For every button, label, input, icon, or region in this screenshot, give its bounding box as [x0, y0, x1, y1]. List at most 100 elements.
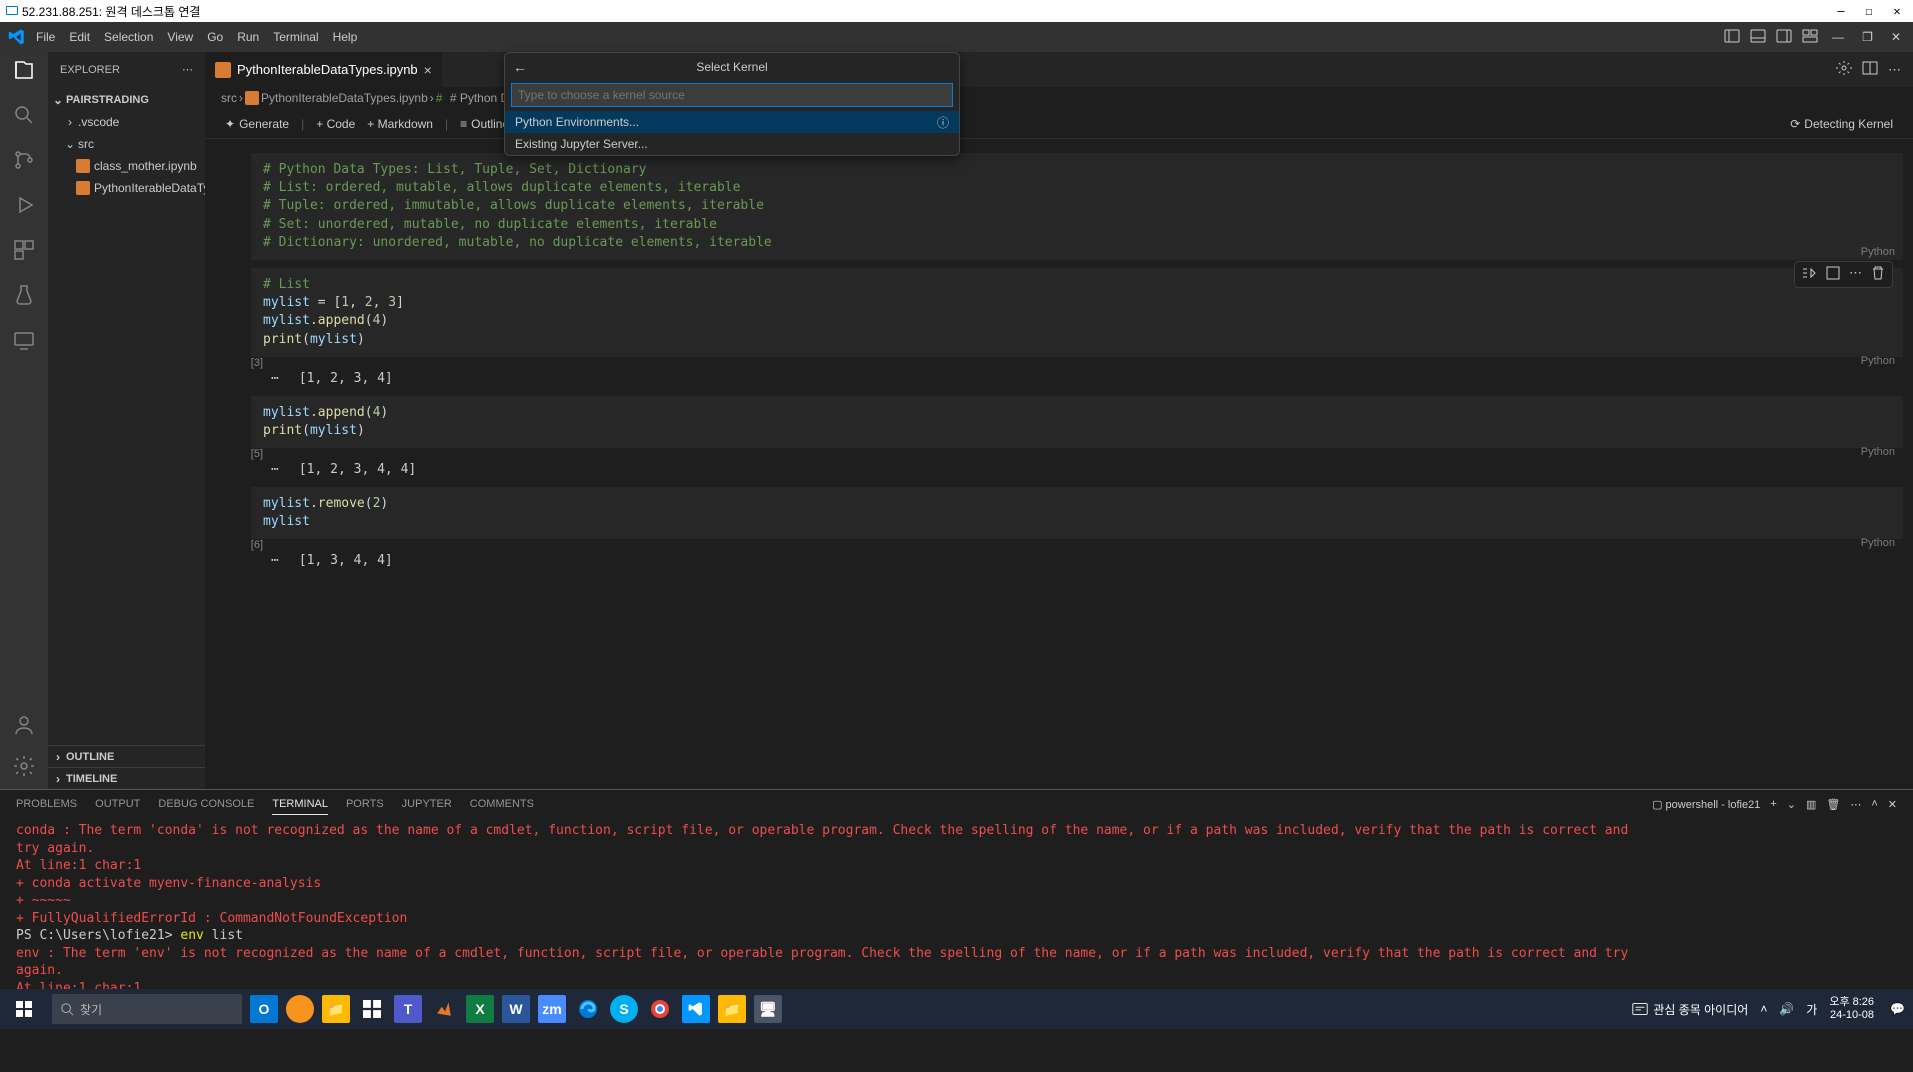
tray-notifications-icon[interactable]: 💬	[1890, 1002, 1905, 1016]
app-matlab[interactable]	[430, 995, 458, 1023]
menu-go[interactable]: Go	[207, 30, 223, 44]
kernel-status[interactable]: ⟳ Detecting Kernel	[1786, 117, 1897, 131]
testing-icon[interactable]	[12, 283, 36, 310]
panel-tab-debug-console[interactable]: DEBUG CONSOLE	[158, 794, 254, 814]
add-markdown-button[interactable]: + Markdown	[363, 117, 437, 131]
delete-cell-icon[interactable]	[1870, 265, 1886, 284]
menu-help[interactable]: Help	[333, 30, 358, 44]
cell-code[interactable]: mylist.append(4) print(mylist)	[251, 396, 1903, 448]
app-vscode[interactable]	[682, 995, 710, 1023]
outline-section[interactable]: ›OUTLINE	[48, 745, 205, 767]
cell[interactable]: # List mylist = [1, 2, 3] mylist.append(…	[215, 268, 1903, 386]
menu-edit[interactable]: Edit	[69, 30, 90, 44]
window-minimize-button[interactable]: —	[1828, 30, 1848, 44]
app-outlook[interactable]: O	[250, 995, 278, 1023]
window-close-button[interactable]: ✕	[1887, 30, 1905, 44]
menu-run[interactable]: Run	[237, 30, 259, 44]
app-explorer[interactable]: 📁	[718, 995, 746, 1023]
start-button[interactable]	[0, 989, 48, 1029]
panel-tab-ports[interactable]: PORTS	[346, 794, 384, 814]
tray-news[interactable]: 관심 종목 아이디어	[1631, 1000, 1748, 1018]
cell-language[interactable]: Python	[235, 446, 1903, 458]
layout-bottom-icon[interactable]	[1750, 28, 1766, 47]
close-panel-icon[interactable]: ✕	[1888, 798, 1897, 811]
explorer-icon[interactable]	[12, 58, 36, 85]
layout-right-icon[interactable]	[1776, 28, 1792, 47]
kernel-search-input[interactable]	[511, 83, 953, 107]
kill-terminal-icon[interactable]: 🗑	[1826, 798, 1840, 811]
generate-button[interactable]: ✦ Generate	[221, 117, 293, 131]
taskbar-search[interactable]: 찾기	[52, 994, 242, 1024]
run-debug-icon[interactable]	[12, 193, 36, 220]
app-zoom[interactable]: zm	[538, 995, 566, 1023]
cell-language[interactable]: Python	[235, 355, 1903, 367]
info-icon[interactable]: ⓘ	[937, 114, 949, 131]
cell-language[interactable]: Python	[235, 537, 1903, 549]
menu-selection[interactable]: Selection	[104, 30, 153, 44]
run-by-line-icon[interactable]	[1801, 265, 1817, 284]
terminal-shell-label[interactable]: ▢ powershell - lofie21	[1652, 798, 1760, 811]
remote-icon[interactable]	[12, 328, 36, 355]
tray-ime-icon[interactable]: 가	[1806, 1001, 1817, 1018]
window-restore-button[interactable]: ❐	[1858, 30, 1877, 44]
kernel-item-jupyter-server[interactable]: Existing Jupyter Server...	[505, 133, 959, 155]
split-terminal-icon[interactable]: ▥	[1806, 798, 1816, 811]
panel-tab-problems[interactable]: PROBLEMS	[16, 794, 77, 814]
maximize-panel-icon[interactable]: ˄	[1871, 798, 1877, 810]
tab-settings-icon[interactable]	[1836, 60, 1852, 79]
app-grey[interactable]: 🖥	[754, 995, 782, 1023]
extensions-icon[interactable]	[12, 238, 36, 265]
tray-volume-icon[interactable]: 🔊	[1779, 1002, 1794, 1016]
tray-chevron-icon[interactable]: ˄	[1760, 1002, 1767, 1016]
app-yellow[interactable]: 📁	[322, 995, 350, 1023]
add-code-button[interactable]: + Code	[312, 117, 359, 131]
folder-src[interactable]: ⌄ src	[48, 133, 205, 155]
panel-tab-jupyter[interactable]: JUPYTER	[402, 794, 452, 814]
file-python-iterable[interactable]: PythonIterableDataTypes.ipy...	[48, 177, 205, 199]
source-control-icon[interactable]	[12, 148, 36, 175]
layout-left-icon[interactable]	[1724, 28, 1740, 47]
cell[interactable]: mylist.append(4) print(mylist)[5]Python⋯…	[215, 396, 1903, 477]
timeline-section[interactable]: ›TIMELINE	[48, 767, 205, 789]
cell-code[interactable]: mylist.remove(2) mylist	[251, 487, 1903, 539]
app-teams[interactable]: T	[394, 995, 422, 1023]
app-circle[interactable]	[286, 995, 314, 1023]
app-edge[interactable]	[574, 995, 602, 1023]
cell[interactable]: mylist.remove(2) mylist[6]Python⋯ [1, 3,…	[215, 487, 1903, 568]
file-class-mother[interactable]: class_mother.ipynb	[48, 155, 205, 177]
breadcrumb[interactable]: src› PythonIterableDataTypes.ipynb› # # …	[205, 87, 1913, 109]
sidebar-more-icon[interactable]: ⋯	[182, 63, 193, 76]
panel-tab-comments[interactable]: COMMENTS	[470, 794, 534, 814]
kernel-back-button[interactable]: ←	[513, 59, 527, 75]
layout-custom-icon[interactable]	[1802, 28, 1818, 47]
app-excel[interactable]: X	[466, 995, 494, 1023]
project-header[interactable]: ⌄ PAIRSTRADING	[48, 89, 205, 111]
terminal-body[interactable]: conda : The term 'conda' is not recogniz…	[0, 818, 1913, 989]
app-chrome[interactable]	[646, 995, 674, 1023]
account-icon[interactable]	[12, 713, 36, 740]
tab-active[interactable]: PythonIterableDataTypes.ipynb ×	[205, 52, 443, 87]
search-icon[interactable]	[12, 103, 36, 130]
cell-code[interactable]: # List mylist = [1, 2, 3] mylist.append(…	[251, 268, 1903, 357]
panel-more-icon[interactable]: ⋯	[1850, 798, 1861, 811]
menu-file[interactable]: File	[36, 30, 55, 44]
cell-code[interactable]: # Python Data Types: List, Tuple, Set, D…	[251, 153, 1903, 260]
panel-tab-output[interactable]: OUTPUT	[95, 794, 140, 814]
new-terminal-button[interactable]: +	[1770, 798, 1776, 810]
settings-icon[interactable]	[12, 754, 36, 781]
folder-vscode[interactable]: › .vscode	[48, 111, 205, 133]
tray-clock[interactable]: 오후 8:26 24-10-08	[1829, 996, 1878, 1022]
kernel-item-python-env[interactable]: Python Environments... ⓘ	[505, 111, 959, 133]
menu-view[interactable]: View	[167, 30, 193, 44]
os-maximize-button[interactable]: ☐	[1857, 4, 1881, 18]
notebook-content[interactable]: ⋯ # Python Data Types: List, Tuple, Set,…	[205, 139, 1913, 789]
tab-more-icon[interactable]: ⋯	[1888, 62, 1901, 78]
app-word[interactable]: W	[502, 995, 530, 1023]
execute-icon[interactable]	[1825, 265, 1841, 284]
terminal-dropdown-icon[interactable]: ⌄	[1787, 798, 1796, 811]
cell[interactable]: # Python Data Types: List, Tuple, Set, D…	[215, 153, 1903, 258]
panel-tab-terminal[interactable]: TERMINAL	[272, 794, 328, 815]
app-skype[interactable]: S	[610, 995, 638, 1023]
menu-terminal[interactable]: Terminal	[273, 30, 318, 44]
tab-close-button[interactable]: ×	[424, 62, 432, 78]
